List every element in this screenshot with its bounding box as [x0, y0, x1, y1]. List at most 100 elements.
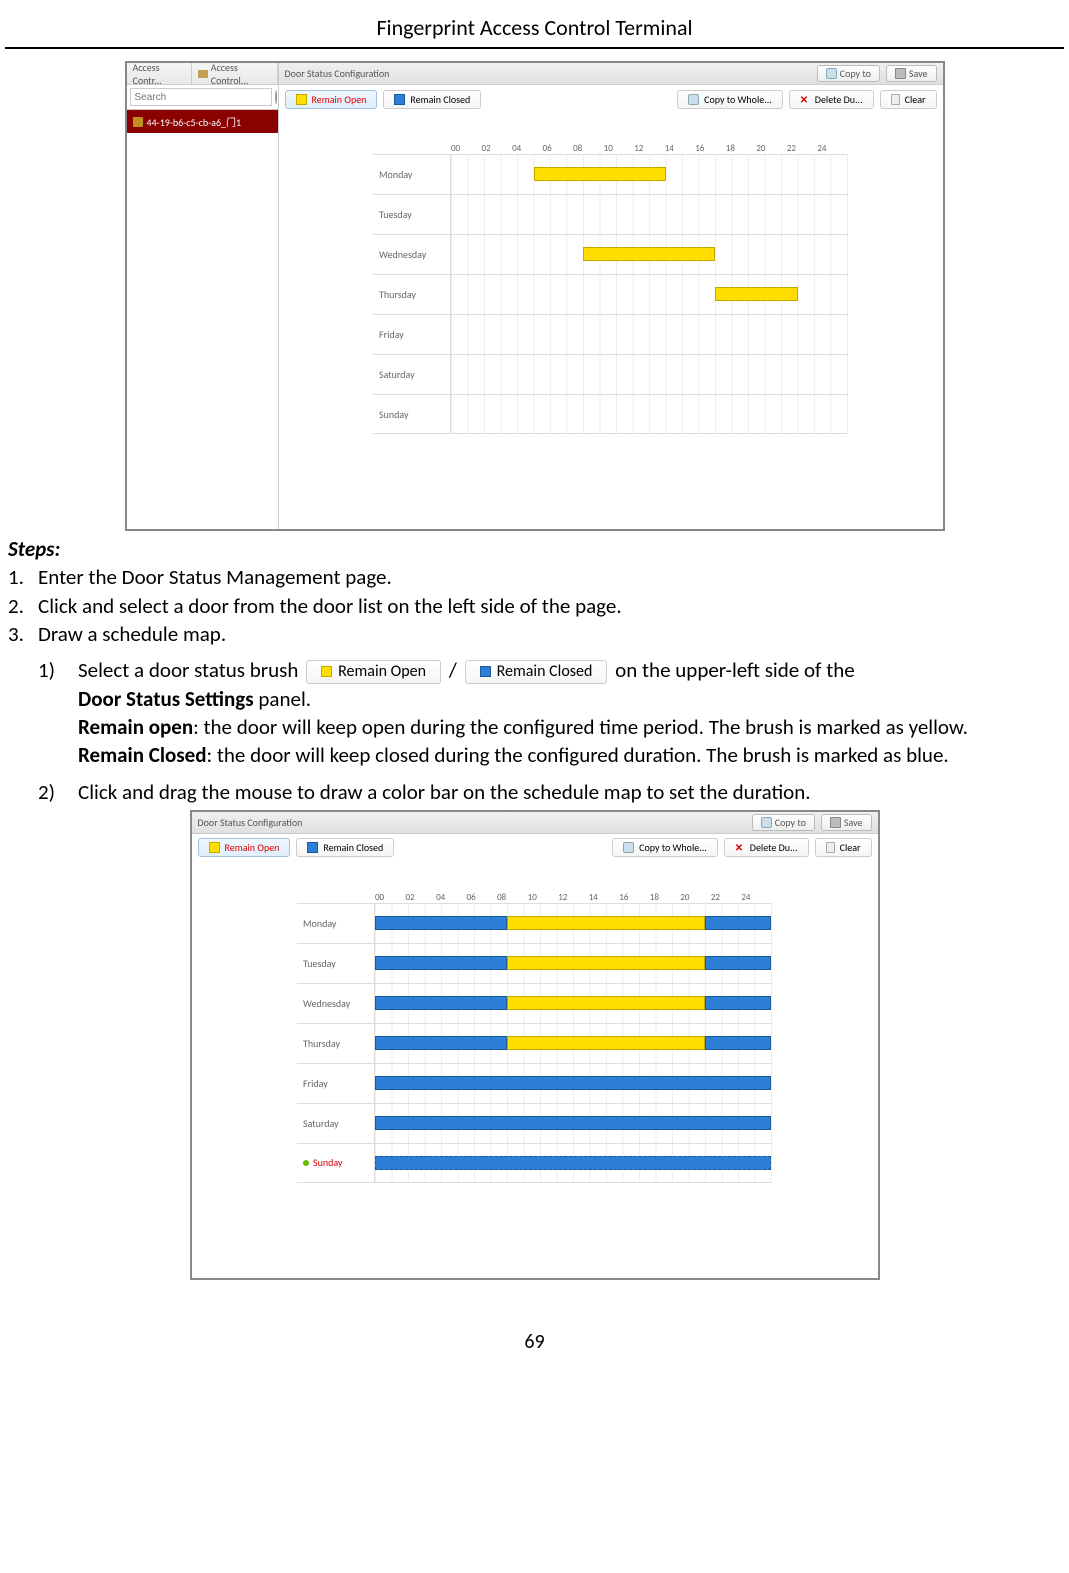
panel-title: Door Status Configuration	[285, 67, 390, 80]
schedule-bar-closed[interactable]	[705, 1036, 771, 1050]
day-row[interactable]: Thursday	[297, 1023, 772, 1063]
schedule-bar-open[interactable]	[507, 956, 705, 970]
schedule-bar-closed[interactable]	[705, 996, 771, 1010]
schedule-bar-open[interactable]	[507, 1036, 705, 1050]
copy-to-button[interactable]: Copy to	[752, 814, 815, 831]
save-label: Save	[909, 67, 928, 80]
day-row[interactable]: Wednesday	[373, 234, 848, 274]
search-icon[interactable]	[275, 90, 277, 104]
day-grid[interactable]	[375, 1064, 772, 1103]
folder-icon	[198, 70, 208, 78]
day-row[interactable]: Tuesday	[373, 194, 848, 234]
save-button[interactable]: Save	[821, 814, 872, 831]
day-grid[interactable]	[451, 395, 848, 433]
schedule-bar-closed[interactable]	[375, 996, 507, 1010]
substep-text: Click and drag the mouse to draw a color…	[78, 779, 1064, 805]
day-grid[interactable]	[451, 355, 848, 394]
copy-icon	[761, 817, 772, 828]
day-grid[interactable]	[451, 275, 848, 314]
day-label: Saturday	[297, 1104, 375, 1143]
panel-bold: Door Status Settings	[78, 686, 254, 712]
copy-to-button[interactable]: Copy to	[817, 65, 880, 82]
delete-button[interactable]: ✕Delete Du...	[789, 90, 874, 109]
remain-closed-label: Remain Closed	[323, 841, 383, 854]
hour-tick: 00	[375, 892, 406, 903]
clear-label: Clear	[840, 841, 861, 854]
save-button[interactable]: Save	[886, 65, 937, 82]
day-row[interactable]: Monday	[373, 154, 848, 194]
step-text: Enter the Door Status Management page.	[38, 564, 392, 590]
delete-button[interactable]: ✕Delete Du...	[724, 838, 809, 857]
inline-remain-closed-button: Remain Closed	[465, 660, 608, 684]
step-num: 3.	[8, 621, 38, 647]
search-input[interactable]	[130, 88, 272, 106]
day-grid[interactable]	[375, 944, 772, 983]
day-grid[interactable]	[375, 984, 772, 1023]
hour-tick: 16	[619, 892, 650, 903]
save-icon	[895, 68, 906, 79]
day-grid[interactable]	[451, 235, 848, 274]
day-grid[interactable]	[375, 1024, 772, 1063]
schedule-bar-closed[interactable]	[375, 1116, 771, 1130]
remain-open-brush[interactable]: Remain Open	[198, 838, 291, 857]
copy-whole-label: Copy to Whole...	[639, 841, 707, 854]
door-list-item-selected[interactable]: 44-19-b6-c5-cb-a6_门1	[127, 110, 278, 133]
day-row[interactable]: Sunday	[297, 1143, 772, 1183]
sidebar-tab-2[interactable]: Access Control...	[192, 63, 278, 84]
remain-open-brush[interactable]: Remain Open	[285, 90, 378, 109]
schedule-grid-2[interactable]: 00020406081012141618202224MondayTuesdayW…	[297, 892, 772, 1278]
sidebar-tab-1-label: Access Contr...	[133, 61, 185, 87]
schedule-bar-closed[interactable]	[375, 956, 507, 970]
day-row[interactable]: Thursday	[373, 274, 848, 314]
day-row[interactable]: Monday	[297, 903, 772, 943]
inline-closed-label: Remain Closed	[497, 664, 593, 680]
day-row[interactable]: Saturday	[373, 354, 848, 394]
day-row[interactable]: Friday	[373, 314, 848, 354]
day-label: Sunday	[297, 1144, 375, 1182]
schedule-bar-open[interactable]	[507, 996, 705, 1010]
delete-label: Delete Du...	[750, 841, 798, 854]
remain-closed-brush[interactable]: Remain Closed	[296, 838, 394, 857]
day-grid[interactable]	[451, 195, 848, 234]
substep-num: 1)	[38, 657, 78, 683]
substep-num: 2)	[38, 779, 78, 805]
day-row[interactable]: Wednesday	[297, 983, 772, 1023]
step-3: 3.Draw a schedule map.	[8, 621, 1064, 647]
save-label: Save	[844, 816, 863, 829]
day-grid[interactable]	[375, 1144, 772, 1182]
schedule-bar-closed[interactable]	[375, 1036, 507, 1050]
sidebar-tab-1[interactable]: Access Contr...	[127, 63, 192, 84]
clear-button[interactable]: Clear	[880, 90, 937, 109]
day-row[interactable]: Sunday	[373, 394, 848, 434]
schedule-bar-closed[interactable]	[705, 916, 771, 930]
schedule-bar-open[interactable]	[583, 247, 715, 261]
remain-closed-brush[interactable]: Remain Closed	[383, 90, 481, 109]
day-label: Sunday	[373, 395, 451, 433]
schedule-bar-open[interactable]	[507, 916, 705, 930]
day-row[interactable]: Tuesday	[297, 943, 772, 983]
step-text: Draw a schedule map.	[38, 621, 226, 647]
schedule-bar-open[interactable]	[534, 167, 666, 181]
clear-button[interactable]: Clear	[815, 838, 872, 857]
day-row[interactable]: Friday	[297, 1063, 772, 1103]
schedule-bar-closed[interactable]	[705, 956, 771, 970]
schedule-bar-closed[interactable]	[375, 1156, 771, 1170]
day-row[interactable]: Saturday	[297, 1103, 772, 1143]
day-grid[interactable]	[375, 1104, 772, 1143]
hour-tick: 12	[558, 892, 589, 903]
copy-whole-button[interactable]: Copy to Whole...	[677, 90, 783, 109]
save-icon	[830, 817, 841, 828]
step-num: 2.	[8, 593, 38, 619]
remain-open-desc: : the door will keep open during the con…	[193, 714, 968, 740]
schedule-bar-closed[interactable]	[375, 916, 507, 930]
hour-tick: 08	[497, 892, 528, 903]
copy-whole-button[interactable]: Copy to Whole...	[612, 838, 718, 857]
schedule-grid-1[interactable]: 00020406081012141618202224MondayTuesdayW…	[373, 143, 848, 529]
schedule-bar-open[interactable]	[715, 287, 798, 301]
schedule-bar-closed[interactable]	[375, 1076, 771, 1090]
day-grid[interactable]	[375, 904, 772, 943]
day-grid[interactable]	[451, 315, 848, 354]
remain-open-bold: Remain open	[78, 714, 193, 740]
copy-to-label: Copy to	[840, 67, 871, 80]
day-grid[interactable]	[451, 155, 848, 194]
